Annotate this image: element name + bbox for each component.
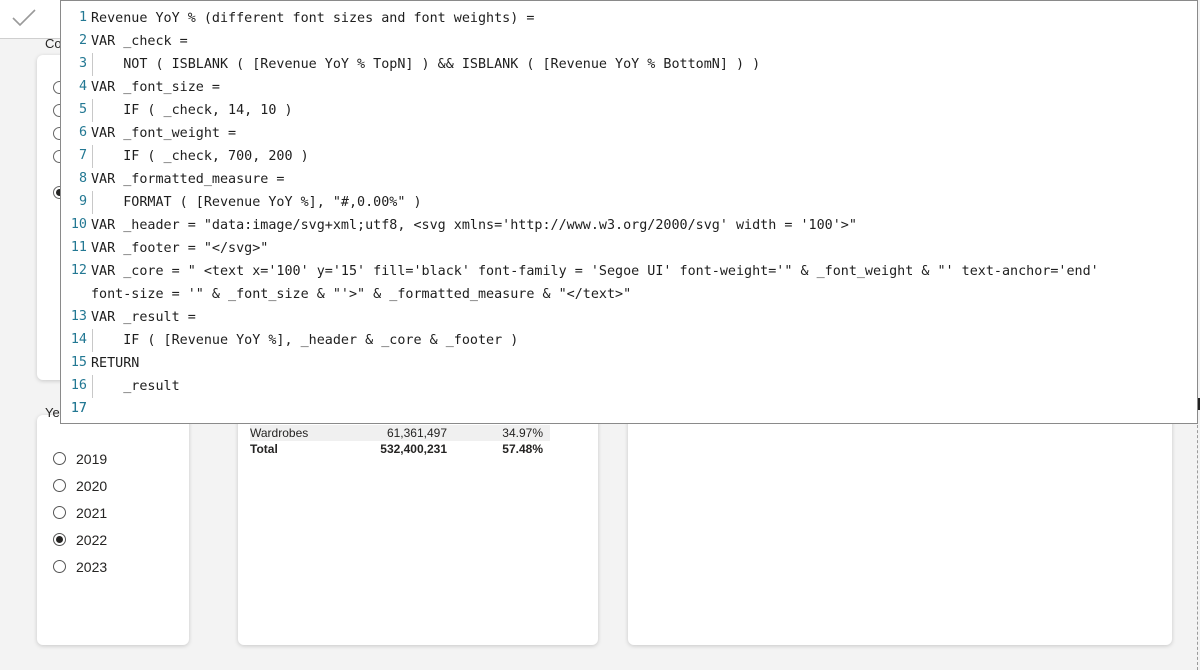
code-line: VAR _footer = "</svg>" — [91, 241, 269, 256]
line-number: 16 — [70, 378, 87, 393]
code-line: VAR _font_size = — [91, 80, 220, 95]
table-cell-revenue: 61,361,497 — [386, 426, 447, 440]
year-option[interactable]: 2021 — [53, 499, 107, 526]
year-option-label: 2022 — [76, 531, 108, 548]
code-line: NOT ( ISBLANK ( [Revenue YoY % TopN] ) &… — [91, 57, 761, 72]
dax-formula-editor[interactable]: 1 Revenue YoY % (different font sizes and… — [60, 0, 1198, 424]
table-row[interactable]: Wardrobes 61,361,497 34.97% — [250, 425, 550, 441]
code-line: VAR _check = — [91, 34, 188, 49]
table-total-row: Total 532,400,231 57.48% — [250, 441, 550, 457]
year-option-label: 2019 — [76, 450, 108, 467]
code-line: font-size = '" & _font_size & "'>" & _fo… — [91, 287, 632, 302]
radio-button[interactable] — [53, 479, 66, 492]
line-number: 10 — [70, 217, 87, 232]
line-number: 6 — [78, 125, 87, 140]
radio-button[interactable] — [53, 452, 66, 465]
code-line: Revenue YoY % (different font sizes and … — [91, 11, 535, 26]
commit-formula-button[interactable] — [0, 0, 61, 39]
year-slicer-card: 2019 2020 2021 2022 2023 — [37, 415, 189, 645]
radio-button[interactable] — [53, 560, 66, 573]
line-number: 1 — [78, 10, 87, 25]
line-number: 5 — [78, 102, 87, 117]
line-number: 17 — [70, 401, 87, 416]
code-line: VAR _result = — [91, 310, 196, 325]
year-option-label: 2020 — [76, 477, 108, 494]
line-number: 14 — [70, 332, 87, 347]
code-line: IF ( [Revenue YoY %], _header & _core & … — [91, 333, 519, 348]
line-number: 13 — [70, 309, 87, 324]
line-number: 2 — [78, 33, 87, 48]
line-number: 3 — [78, 56, 87, 71]
year-option[interactable]: 2022 — [53, 526, 107, 553]
line-number: 7 — [78, 148, 87, 163]
line-number: 11 — [70, 240, 87, 255]
year-option-label: 2021 — [76, 504, 108, 521]
code-line: VAR _core = " <text x='100' y='15' fill=… — [91, 264, 1099, 279]
revenue-table-visual: Wardrobes 61,361,497 34.97% Total 532,40… — [238, 415, 598, 645]
year-slicer-title: Ye — [45, 405, 60, 420]
year-option-label: 2023 — [76, 558, 108, 575]
code-line: VAR _header = "data:image/svg+xml;utf8, … — [91, 218, 857, 233]
code-line: IF ( _check, 14, 10 ) — [91, 103, 293, 118]
table-total-yoy: 57.48% — [502, 442, 543, 456]
empty-visual-card[interactable] — [628, 415, 1172, 645]
checkmark-icon — [12, 9, 36, 27]
canvas-edge-divider — [1197, 420, 1198, 670]
radio-button[interactable] — [53, 533, 66, 546]
table-cell-yoy: 34.97% — [502, 426, 543, 440]
line-number: 4 — [78, 79, 87, 94]
line-number: 8 — [78, 171, 87, 186]
year-option[interactable]: 2020 — [53, 472, 107, 499]
line-number: 12 — [70, 263, 87, 278]
table-total-label: Total — [250, 442, 278, 456]
line-number: 9 — [78, 194, 87, 209]
year-option[interactable]: 2019 — [53, 445, 107, 472]
code-line: FORMAT ( [Revenue YoY %], "#,0.00%" ) — [91, 195, 422, 210]
radio-button[interactable] — [53, 506, 66, 519]
revenue-table: Wardrobes 61,361,497 34.97% Total 532,40… — [250, 425, 550, 457]
table-total-revenue: 532,400,231 — [380, 442, 447, 456]
table-cell-name: Wardrobes — [250, 426, 309, 440]
year-option[interactable]: 2023 — [53, 553, 107, 580]
code-line: IF ( _check, 700, 200 ) — [91, 149, 309, 164]
code-line: VAR _font_weight = — [91, 126, 237, 141]
code-line: _result — [91, 379, 180, 394]
line-number: 15 — [70, 355, 87, 370]
code-line: RETURN — [91, 356, 140, 371]
code-line: VAR _formatted_measure = — [91, 172, 285, 187]
year-radio-list: 2019 2020 2021 2022 2023 — [53, 445, 107, 580]
